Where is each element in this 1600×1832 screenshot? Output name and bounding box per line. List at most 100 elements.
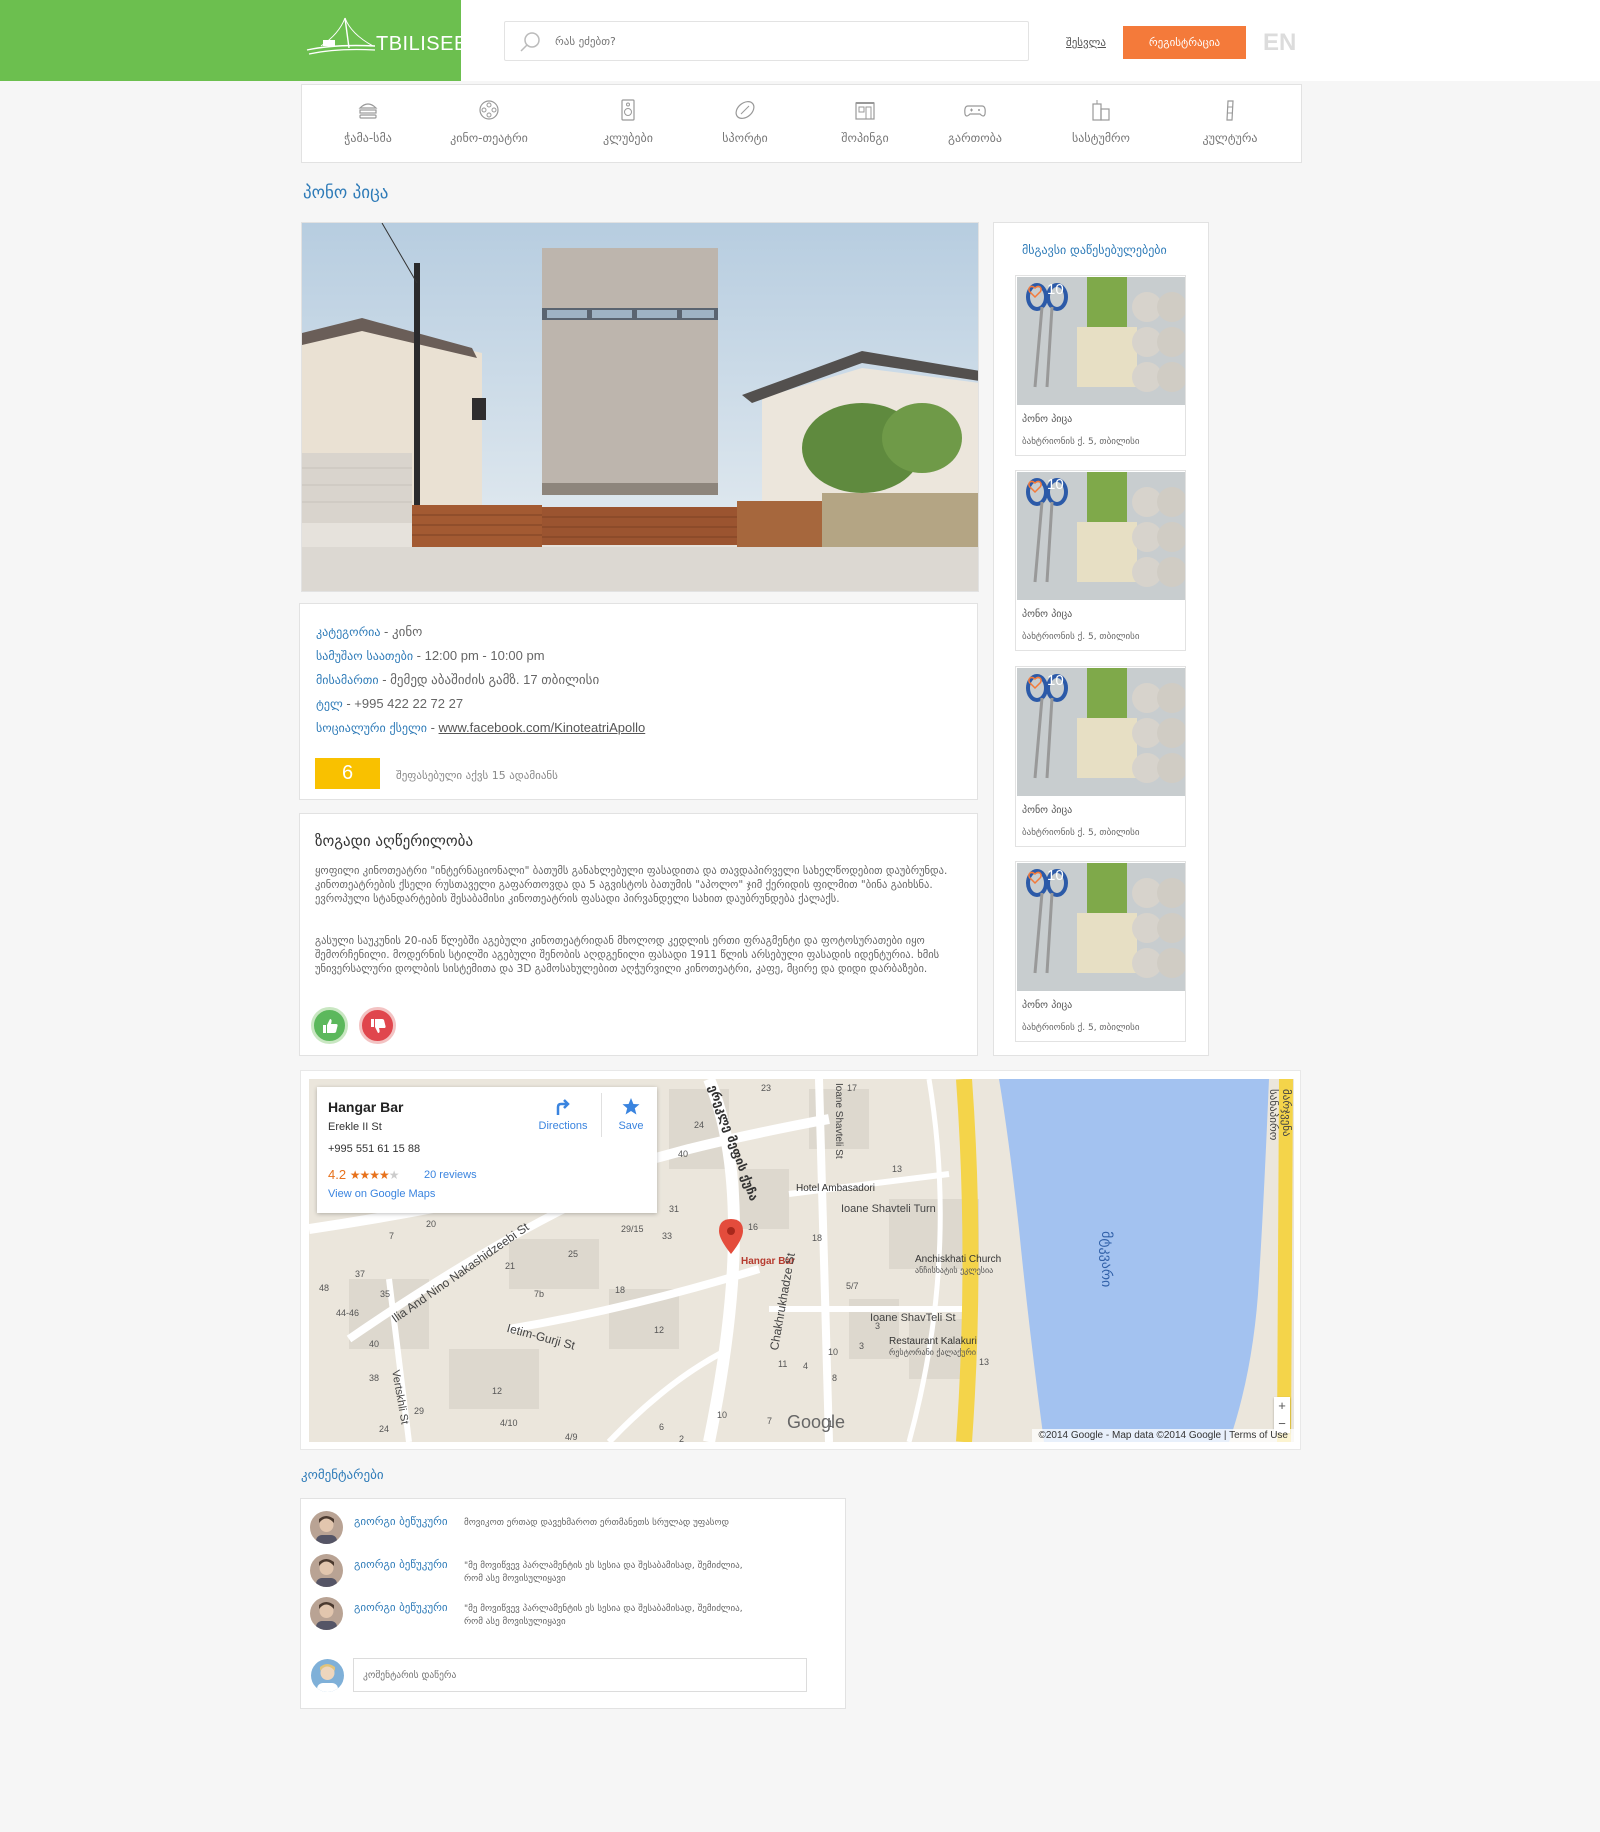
similar-card[interactable]: 10 პონო პიცა ბახტრიონის ქ. 5, თბილისი — [1015, 470, 1186, 651]
map-place-street: Ereklе II St — [328, 1121, 382, 1133]
category-label: სასტუმრო — [1071, 131, 1130, 145]
map-house-number: 40 — [369, 1339, 380, 1349]
map-house-number: 24 — [379, 1424, 390, 1434]
heart-icon[interactable] — [1028, 285, 1042, 299]
similar-name: პონო პიცა — [1022, 609, 1073, 620]
save-button[interactable]: Save — [611, 1097, 651, 1132]
comment-text: "მე მოვიწვევ პარლამენტის ეს სესია და შეს… — [464, 1604, 743, 1627]
category-shopping[interactable]: შოპინგი — [810, 98, 920, 145]
similar-name: პონო პიცა — [1022, 1000, 1073, 1011]
facebook-link[interactable]: www.facebook.com/KinoteatriApollo — [439, 720, 646, 735]
thumbs-up-icon — [322, 1018, 338, 1033]
map-house-number: 18 — [615, 1285, 626, 1295]
shop-icon — [855, 102, 875, 120]
info-social: სოციალური ქსელი - www.facebook.com/Kinot… — [316, 720, 645, 735]
category-nav: ჭამა-სმა კინო-თეატრი კლუბები სპორტი შოპი… — [301, 84, 1302, 163]
comment-author[interactable]: გიორგი ბეწუკური — [354, 1558, 448, 1571]
map-label-shavteli-st: Ioane ShavTeli St — [870, 1312, 956, 1324]
info-phone: ტელ - +995 422 22 72 27 — [316, 696, 463, 711]
search-input[interactable] — [555, 22, 1015, 60]
thumbs-down-icon — [370, 1018, 386, 1033]
avatar[interactable] — [310, 1511, 343, 1544]
map-house-number: 3 — [875, 1321, 881, 1331]
map-house-number: 18 — [812, 1233, 823, 1243]
map-house-number: 48 — [319, 1283, 330, 1293]
view-on-google-maps-link[interactable]: View on Google Maps — [328, 1188, 435, 1200]
category-label: სპორტი — [722, 131, 768, 145]
category-label: კულტურა — [1202, 131, 1258, 145]
info-category-value: - კინო — [380, 624, 423, 639]
category-sport[interactable]: სპორტი — [690, 98, 800, 145]
speaker-icon — [621, 99, 635, 121]
heart-icon[interactable] — [1028, 480, 1042, 494]
map-house-number: 16 — [748, 1222, 759, 1232]
tower-icon — [1226, 100, 1234, 121]
similar-name: პონო პიცა — [1022, 805, 1073, 816]
gamepad-icon — [964, 105, 986, 117]
film-reel-icon — [479, 100, 499, 120]
map-house-number: 29/15 — [621, 1224, 644, 1234]
map-house-number: 2 — [679, 1434, 685, 1442]
zoom-control[interactable]: + − — [1274, 1397, 1290, 1433]
map-house-number: 40 — [678, 1149, 689, 1159]
similar-title: მსგავსი დაწესებულებები — [1022, 243, 1167, 257]
search-icon[interactable] — [519, 31, 541, 53]
comment-author[interactable]: გიორგი ბეწუკური — [354, 1601, 448, 1614]
heart-icon[interactable] — [1028, 676, 1042, 690]
map-label-restaurant-ka: რესტორანი ქალაქური — [889, 1348, 976, 1357]
similar-badge: 10 — [1047, 476, 1064, 493]
like-button[interactable] — [311, 1007, 348, 1044]
category-hotel[interactable]: სასტუმრო — [1046, 98, 1156, 145]
map-house-number: 12 — [654, 1325, 665, 1335]
dislike-button[interactable] — [359, 1007, 396, 1044]
similar-card[interactable]: 10 პონო პიცა ბახტრიონის ქ. 5, თბილისი — [1015, 861, 1186, 1042]
similar-thumbnail: 10 — [1017, 668, 1185, 796]
user-avatar-icon — [311, 1659, 344, 1692]
category-culture[interactable]: კულტურა — [1175, 98, 1285, 145]
heart-icon[interactable] — [1028, 871, 1042, 885]
map-place-rating: 4.2 ★★★★★ — [328, 1167, 399, 1182]
logo[interactable]: TBILISEE — [0, 0, 467, 81]
info-phone-key: ტელ — [316, 697, 343, 711]
similar-address: ბახტრიონის ქ. 5, თბილისი — [1022, 828, 1140, 838]
similar-card[interactable]: 10 პონო პიცა ბახტრიონის ქ. 5, თბილისი — [1015, 275, 1186, 456]
info-address: მისამართი - მემედ აბაშიძის გამზ. 17 თბილ… — [316, 672, 599, 688]
map-house-number: 7 — [767, 1416, 773, 1426]
map-house-number: 4/10 — [500, 1418, 518, 1428]
map-house-number: 10 — [717, 1410, 728, 1420]
language-switch[interactable]: EN — [1263, 29, 1296, 57]
avatar[interactable] — [310, 1597, 343, 1630]
category-cinema[interactable]: კინო-თეატრი — [434, 98, 544, 145]
map-reviews-link[interactable]: 20 reviews — [424, 1169, 477, 1181]
comment-text: მოვიკოთ ერთად დავეხმაროთ ერთმანეთს სრულა… — [464, 1518, 729, 1528]
map-canvas[interactable]: Hangar Bar Hotel Ambasadori Anchiskhati … — [309, 1079, 1294, 1442]
comment-input[interactable] — [353, 1658, 807, 1692]
map-widget: Hangar Bar Hotel Ambasadori Anchiskhati … — [300, 1070, 1301, 1450]
map-house-number: 31 — [669, 1204, 680, 1214]
category-food[interactable]: ჭამა-სმა — [313, 98, 423, 145]
current-user-avatar[interactable] — [311, 1659, 344, 1692]
map-house-number: 8 — [832, 1373, 838, 1383]
category-clubs[interactable]: კლუბები — [573, 98, 683, 145]
description-title: ზოგადი აღწერილობა — [315, 832, 474, 850]
category-label: კლუბები — [603, 131, 653, 145]
similar-thumbnail: 10 — [1017, 863, 1185, 991]
ball-icon — [735, 101, 755, 119]
map-house-number: 37 — [355, 1269, 366, 1279]
info-phone-value: - +995 422 22 72 27 — [342, 696, 464, 711]
divider — [601, 1093, 602, 1137]
food-photo — [1017, 472, 1185, 600]
info-hours: სამუშაო საათები - 12:00 pm - 10:00 pm — [316, 648, 545, 663]
category-label: გართობა — [948, 131, 1002, 145]
map-copyright: ©2014 Google - Map data ©2014 Google | T… — [1032, 1429, 1294, 1442]
rating-score: 6 — [315, 758, 380, 789]
category-entertainment[interactable]: გართობა — [920, 98, 1030, 145]
directions-button[interactable]: Directions — [533, 1097, 593, 1132]
avatar[interactable] — [310, 1554, 343, 1587]
terms-of-use-link[interactable]: Terms of Use — [1229, 1430, 1288, 1441]
login-link[interactable]: შესვლა — [1066, 36, 1106, 49]
similar-card[interactable]: 10 პონო პიცა ბახტრიონის ქ. 5, თბილისი — [1015, 666, 1186, 847]
register-button[interactable]: რეგისტრაცია — [1123, 26, 1246, 59]
map-house-number: 7b — [534, 1289, 545, 1299]
comment-author[interactable]: გიორგი ბეწუკური — [354, 1515, 448, 1528]
